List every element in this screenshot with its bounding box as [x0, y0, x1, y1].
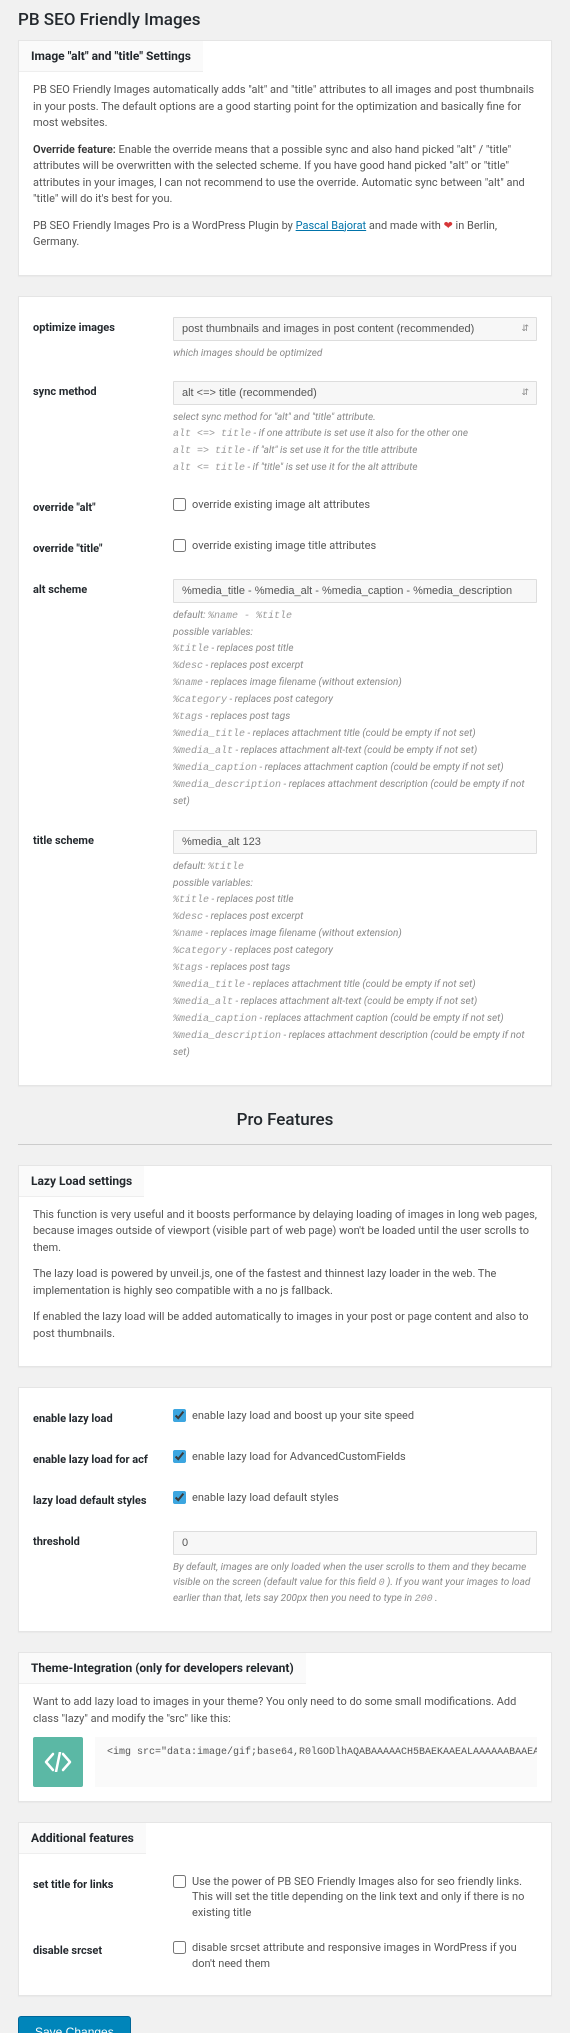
author-link[interactable]: Pascal Bajorat [296, 219, 367, 232]
optimize-select[interactable]: post thumbnails and images in post conte… [173, 317, 537, 341]
divider-line [18, 1144, 552, 1145]
optimize-desc: which images should be optimized [173, 346, 537, 361]
title-scheme-input[interactable] [173, 830, 537, 854]
enable-lazy-acf-checkbox-label[interactable]: enable lazy load for AdvancedCustomField… [173, 1449, 537, 1464]
links-label: set title for links [33, 1864, 173, 1930]
title-scheme-desc: default: %title possible variables: %tit… [173, 859, 537, 1061]
save-button[interactable]: Save Changes [18, 2016, 131, 2033]
override-title-label: override "title" [33, 528, 173, 569]
threshold-label: threshold [33, 1521, 173, 1617]
title-scheme-label: title scheme [33, 820, 173, 1071]
code-icon [33, 1737, 83, 1787]
optimize-label: optimize images [33, 307, 173, 371]
links-checkbox[interactable] [173, 1875, 186, 1888]
threshold-desc: By default, images are only loaded when … [173, 1560, 537, 1607]
code-example: <img src="data:image/gif;base64,R0lGODlh… [95, 1737, 537, 1787]
links-checkbox-label[interactable]: Use the power of PB SEO Friendly Images … [173, 1874, 537, 1920]
theme-header: Theme-Integration (only for developers r… [19, 1653, 306, 1684]
srcset-checkbox-label[interactable]: disable srcset attribute and responsive … [173, 1940, 537, 1971]
intro-text-3: PB SEO Friendly Images Pro is a WordPres… [33, 218, 537, 251]
enable-lazy-acf-checkbox[interactable] [173, 1450, 186, 1463]
override-title-checkbox-label[interactable]: override existing image title attributes [173, 538, 537, 553]
enable-lazy-label: enable lazy load [33, 1398, 173, 1439]
lazy-p2: The lazy load is powered by unveil.js, o… [33, 1266, 537, 1299]
pro-divider: Pro Features [18, 1110, 552, 1130]
enable-lazy-checkbox-label[interactable]: enable lazy load and boost up your site … [173, 1408, 537, 1423]
lazy-box: Lazy Load settings This function is very… [18, 1165, 552, 1368]
intro-text-1: PB SEO Friendly Images automatically add… [33, 82, 537, 132]
lazy-header: Lazy Load settings [19, 1166, 144, 1197]
override-alt-checkbox[interactable] [173, 498, 186, 511]
sync-label: sync method [33, 371, 173, 487]
srcset-label: disable srcset [33, 1930, 173, 1981]
alt-scheme-input[interactable] [173, 579, 537, 603]
enable-lazy-checkbox[interactable] [173, 1409, 186, 1422]
sync-desc: select sync method for "alt" and "title"… [173, 410, 537, 477]
srcset-checkbox[interactable] [173, 1941, 186, 1954]
override-title-checkbox[interactable] [173, 539, 186, 552]
enable-lazy-acf-label: enable lazy load for acf [33, 1439, 173, 1480]
lazy-form-box: enable lazy load enable lazy load and bo… [18, 1387, 552, 1632]
pro-features-title: Pro Features [225, 1110, 346, 1130]
lazy-styles-checkbox-label[interactable]: enable lazy load default styles [173, 1490, 537, 1505]
additional-header: Additional features [19, 1823, 146, 1854]
override-alt-checkbox-label[interactable]: override existing image alt attributes [173, 497, 537, 512]
additional-box: Additional features set title for links … [18, 1822, 552, 1996]
lazy-styles-label: lazy load default styles [33, 1480, 173, 1521]
heart-icon: ❤ [444, 219, 453, 232]
threshold-input[interactable] [173, 1531, 537, 1555]
intro-text-2: Override feature: Enable the override me… [33, 142, 537, 208]
settings-box: Image "alt" and "title" Settings PB SEO … [18, 40, 552, 276]
override-alt-label: override "alt" [33, 487, 173, 528]
theme-p1: Want to add lazy load to images in your … [33, 1694, 537, 1727]
sync-select[interactable]: alt <=> title (recommended) [173, 381, 537, 405]
settings-header: Image "alt" and "title" Settings [19, 41, 203, 72]
lazy-p1: This function is very useful and it boos… [33, 1207, 537, 1257]
page-title: PB SEO Friendly Images [18, 10, 552, 30]
alt-scheme-label: alt scheme [33, 569, 173, 820]
form-box: optimize images post thumbnails and imag… [18, 296, 552, 1086]
lazy-styles-checkbox[interactable] [173, 1491, 186, 1504]
lazy-p3: If enabled the lazy load will be added a… [33, 1309, 537, 1342]
theme-box: Theme-Integration (only for developers r… [18, 1652, 552, 1802]
alt-scheme-desc: default: %name - %title possible variabl… [173, 608, 537, 810]
